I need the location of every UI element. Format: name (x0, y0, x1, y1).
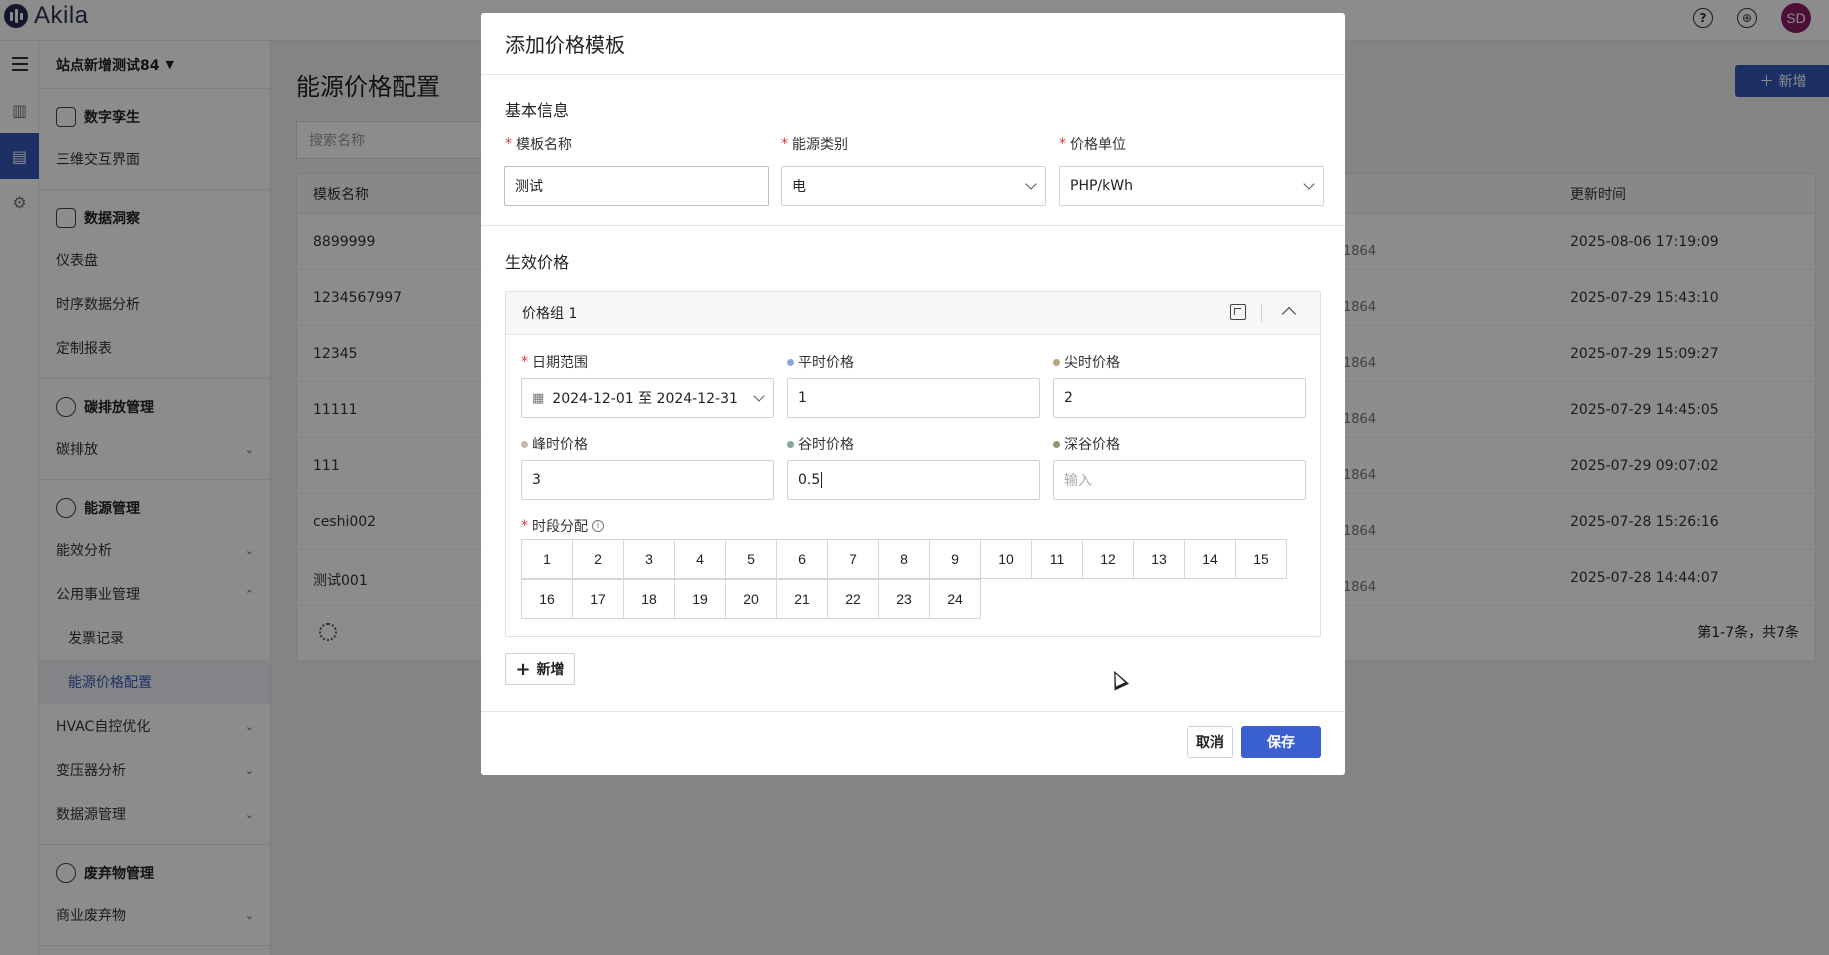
add-price-group-button[interactable]: + 新增 (505, 653, 575, 685)
deep-valley-price-dot (1053, 440, 1060, 448)
normal-price-input[interactable]: 1 (787, 378, 1040, 418)
price-unit-select[interactable]: PHP/kWh (1059, 166, 1324, 206)
time-slot[interactable]: 7 (827, 539, 879, 579)
label-text: 模板名称 (516, 137, 572, 153)
section-divider (481, 225, 1345, 226)
label-text: 尖时价格 (1064, 355, 1120, 371)
time-slot-row: 16 17 18 19 20 21 22 23 24 (521, 579, 1301, 620)
time-slot[interactable]: 1 (521, 539, 573, 579)
time-slot[interactable]: 11 (1031, 539, 1083, 579)
add-price-template-modal: 添加价格模板 基本信息 * 模板名称 测试 * 能源类别 电 * 价格单位 PHP/k… (481, 13, 1345, 775)
label-text: 平时价格 (798, 355, 854, 371)
time-slot-row: 1 2 3 4 5 6 7 8 9 10 11 12 13 14 15 (521, 539, 1301, 580)
input-value: 3 (532, 472, 541, 488)
text-caret (821, 472, 823, 488)
time-slot[interactable]: 8 (878, 539, 930, 579)
date-range-value: 2024-12-01 至 2024-12-31 (552, 391, 738, 407)
input-placeholder: 输入 (1064, 473, 1092, 489)
normal-price-dot (787, 358, 794, 366)
time-slot[interactable]: 22 (827, 579, 879, 619)
time-slot[interactable]: 14 (1184, 539, 1236, 579)
valley-price-label: 谷时价格 (787, 434, 854, 454)
select-value: 电 (792, 179, 806, 195)
header-separator (1261, 304, 1262, 322)
time-slot[interactable]: 2 (572, 539, 624, 579)
chevron-down-icon (1303, 178, 1315, 190)
template-name-label: * 模板名称 (505, 136, 572, 153)
price-group-title: 价格组 1 (522, 306, 578, 322)
time-slot[interactable]: 12 (1082, 539, 1134, 579)
time-slot[interactable]: 19 (674, 579, 726, 619)
time-slot[interactable]: 23 (878, 579, 930, 619)
save-button[interactable]: 保存 (1241, 726, 1321, 758)
energy-type-label: * 能源类别 (781, 136, 848, 153)
time-slot[interactable]: 5 (725, 539, 777, 579)
calendar-icon: ▦ (532, 390, 545, 406)
peak-price-label: 峰时价格 (521, 434, 588, 454)
copy-icon[interactable] (1230, 304, 1246, 320)
template-name-input[interactable]: 测试 (504, 166, 769, 206)
plus-icon: + (515, 658, 531, 680)
date-range-label: * 日期范围 (521, 354, 588, 371)
energy-type-select[interactable]: 电 (781, 166, 1046, 206)
sharp-price-dot (1053, 358, 1060, 366)
normal-price-label: 平时价格 (787, 352, 854, 372)
chevron-down-icon (753, 390, 765, 402)
label-text: 日期范围 (532, 355, 588, 371)
label-text: 谷时价格 (798, 437, 854, 453)
label-text: 峰时价格 (532, 437, 588, 453)
effective-price-title: 生效价格 (505, 253, 570, 272)
sharp-price-label: 尖时价格 (1053, 352, 1120, 372)
input-value: 测试 (515, 179, 543, 195)
info-icon[interactable]: i (592, 520, 604, 532)
input-value: 2 (1064, 390, 1073, 406)
basic-info-title: 基本信息 (505, 101, 570, 120)
label-text: 能源类别 (792, 137, 848, 153)
input-value: 0.5 (798, 472, 821, 488)
valley-price-dot (787, 440, 794, 448)
label-text: 时段分配 (532, 519, 588, 535)
time-slots-label: * 时段分配 i (521, 516, 604, 536)
input-value: 1 (798, 390, 807, 406)
label-text: 价格单位 (1070, 137, 1126, 153)
time-slot[interactable]: 15 (1235, 539, 1287, 579)
time-slot[interactable]: 24 (929, 579, 981, 619)
label-text: 深谷价格 (1064, 437, 1120, 453)
footer-divider (481, 711, 1345, 712)
time-slot[interactable]: 13 (1133, 539, 1185, 579)
modal-title: 添加价格模板 (481, 13, 1345, 75)
deep-valley-price-input[interactable]: 输入 (1053, 460, 1306, 500)
select-value: PHP/kWh (1070, 178, 1133, 194)
time-slot[interactable]: 20 (725, 579, 777, 619)
time-slot[interactable]: 16 (521, 579, 573, 619)
chevron-up-icon[interactable] (1281, 306, 1297, 322)
time-slot[interactable]: 18 (623, 579, 675, 619)
price-group-header: 价格组 1 (506, 292, 1320, 335)
time-slot-grid: 1 2 3 4 5 6 7 8 9 10 11 12 13 14 15 16 17 18 19 20 21 22 23 24 (521, 539, 1301, 620)
time-slot[interactable]: 9 (929, 539, 981, 579)
peak-price-dot (521, 440, 528, 448)
sharp-price-input[interactable]: 2 (1053, 378, 1306, 418)
time-slot[interactable]: 21 (776, 579, 828, 619)
time-slot[interactable]: 17 (572, 579, 624, 619)
deep-valley-price-label: 深谷价格 (1053, 434, 1120, 454)
time-slot[interactable]: 10 (980, 539, 1032, 579)
price-unit-label: * 价格单位 (1059, 136, 1126, 153)
date-range-picker[interactable]: ▦ 2024-12-01 至 2024-12-31 (521, 378, 774, 418)
add-group-label: 新增 (536, 662, 565, 678)
time-slot[interactable]: 3 (623, 539, 675, 579)
chevron-down-icon (1025, 178, 1037, 190)
valley-price-input[interactable]: 0.5 (787, 460, 1040, 500)
price-group: 价格组 1 * 日期范围 ▦ 2024-12-01 至 2024-12-31 平时… (505, 291, 1321, 637)
peak-price-input[interactable]: 3 (521, 460, 774, 500)
cancel-button[interactable]: 取消 (1187, 726, 1233, 758)
time-slot[interactable]: 6 (776, 539, 828, 579)
time-slot[interactable]: 4 (674, 539, 726, 579)
